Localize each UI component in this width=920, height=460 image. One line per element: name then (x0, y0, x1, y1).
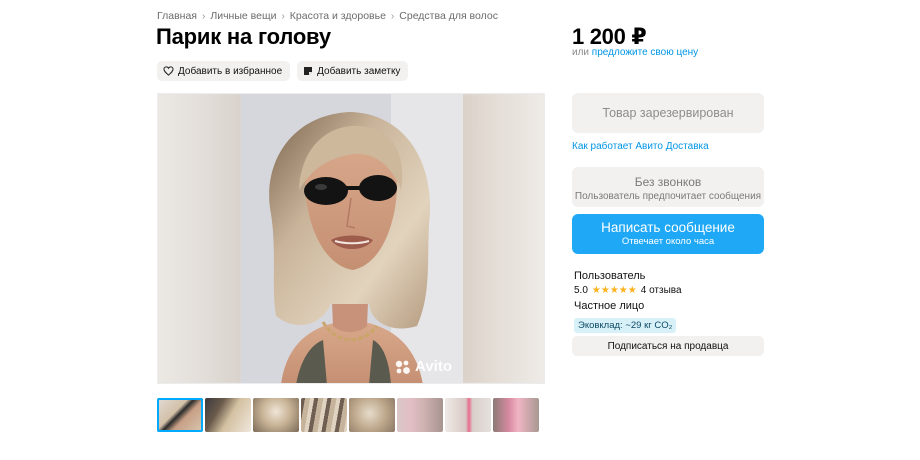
avito-logo-icon (395, 360, 410, 374)
page-title: Парик на голову (156, 24, 331, 49)
seller-info: Пользователь 5.0 ★★★★★ 4 отзыва Частное … (574, 270, 766, 333)
price-or-label: или (572, 47, 590, 58)
seller-type: Частное лицо (574, 300, 645, 312)
chevron-right-icon: › (281, 10, 285, 22)
add-to-favorites-label: Добавить в избранное (178, 65, 283, 77)
seller-rating[interactable]: 5.0 ★★★★★ 4 отзыва (574, 285, 766, 296)
heart-icon (163, 66, 174, 76)
thumbnail-strip (157, 398, 539, 432)
avito-watermark-text: Avito (415, 358, 452, 375)
thumbnail-5[interactable] (349, 398, 395, 432)
reserved-button[interactable]: Товар зарезервирован (572, 93, 764, 133)
offer-price-link[interactable]: предложите свою цену (592, 47, 698, 58)
no-calls-button[interactable]: Без звонков Пользователь предпочитает со… (572, 167, 764, 207)
eco-contribution-badge: Эковклад: ~29 кг CO₂ (574, 318, 677, 333)
delivery-info-link[interactable]: Как работает Авито Доставка (572, 141, 709, 152)
add-note-label: Добавить заметку (317, 65, 401, 77)
photo-scene (241, 94, 463, 383)
main-photo[interactable]: Avito (157, 93, 545, 384)
rating-value: 5.0 (574, 285, 588, 296)
chevron-right-icon: › (390, 10, 395, 22)
rating-stars-icon: ★★★★★ (591, 285, 637, 296)
photo-blur-right (461, 94, 544, 383)
seller-name[interactable]: Пользователь (574, 270, 766, 282)
wig-model-photo (241, 94, 463, 383)
no-calls-title: Без звонков (634, 175, 702, 189)
breadcrumb-item-personal[interactable]: Личные вещи (210, 10, 276, 22)
thumbnail-4[interactable] (301, 398, 347, 432)
breadcrumb: Главная › Личные вещи › Красота и здоров… (157, 10, 498, 22)
breadcrumb-item-home[interactable]: Главная (157, 10, 197, 22)
thumbnail-7[interactable] (445, 398, 491, 432)
thumbnail-8[interactable] (493, 398, 539, 432)
subscribe-seller-button[interactable]: Подписаться на продавца (572, 336, 764, 356)
thumbnail-1[interactable] (157, 398, 203, 432)
write-message-subtitle: Отвечает около часа (621, 236, 715, 247)
add-to-favorites-button[interactable]: Добавить в избранное (157, 61, 291, 81)
note-icon (304, 67, 313, 75)
price-offer: или предложите свою цену (572, 47, 698, 58)
avito-watermark: Avito (394, 358, 452, 375)
write-message-title: Написать сообщение (601, 220, 735, 235)
add-note-button[interactable]: Добавить заметку (297, 61, 409, 81)
listing-actions: Добавить в избранное Добавить заметку (157, 61, 409, 81)
thumbnail-3[interactable] (253, 398, 299, 432)
thumbnail-2[interactable] (205, 398, 251, 432)
reviews-count: 4 отзыва (640, 285, 682, 296)
no-calls-subtitle: Пользователь предпочитает сообщения (574, 191, 762, 202)
write-message-button[interactable]: Написать сообщение Отвечает около часа (572, 214, 764, 254)
breadcrumb-item-beauty[interactable]: Красота и здоровье (290, 10, 386, 22)
photo-blur-left (158, 94, 241, 383)
chevron-right-icon: › (201, 10, 206, 22)
thumbnail-6[interactable] (397, 398, 443, 432)
breadcrumb-item-hair[interactable]: Средства для волос (399, 10, 498, 22)
